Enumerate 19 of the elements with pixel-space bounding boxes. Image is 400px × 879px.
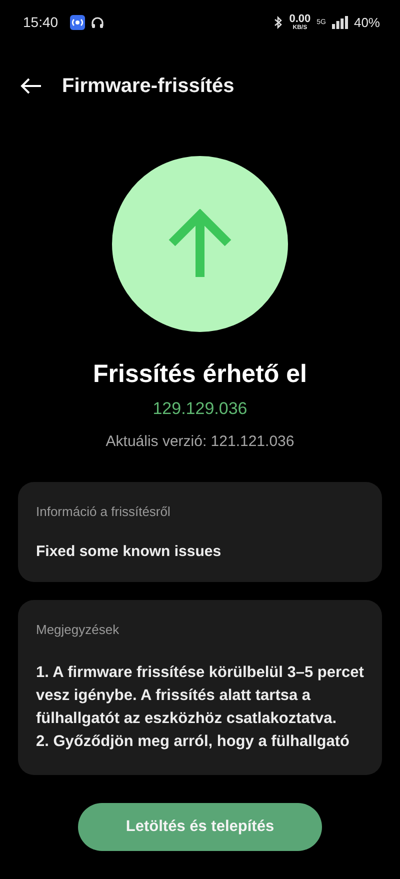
- current-version: Aktuális verzió: 121.121.036: [106, 433, 294, 450]
- update-available-title: Frissítés érhető el: [93, 360, 307, 389]
- note-text: 1. A firmware frissítése körülbelül 3–5 percet vesz igénybe. A frissítés alatt tartsa a fülhallgatót az eszközhöz csatlakoztatva.: [36, 663, 364, 729]
- download-install-button[interactable]: Letöltés és telepítés: [78, 803, 322, 851]
- bluetooth-icon: [274, 16, 284, 28]
- app-notification-icon: [70, 14, 86, 30]
- card-heading: Információ a frissítésről: [36, 504, 172, 519]
- network-speed: 0.00: [289, 14, 311, 24]
- card-heading: Megjegyzések: [36, 622, 120, 637]
- battery-level: 40%: [354, 16, 380, 28]
- note-text: 2. Győződjön meg arról, hogy a fülhallgató: [36, 732, 350, 752]
- page-title: Firmware-frissítés: [62, 74, 234, 98]
- headphones-icon: [91, 16, 104, 28]
- back-arrow-icon[interactable]: [20, 78, 42, 94]
- signal-icon: [332, 16, 348, 28]
- new-version: 129.129.036: [152, 399, 248, 419]
- update-description: Fixed some known issues: [36, 543, 222, 560]
- status-time: 15:40: [23, 15, 58, 29]
- up-arrow-icon: [167, 209, 233, 279]
